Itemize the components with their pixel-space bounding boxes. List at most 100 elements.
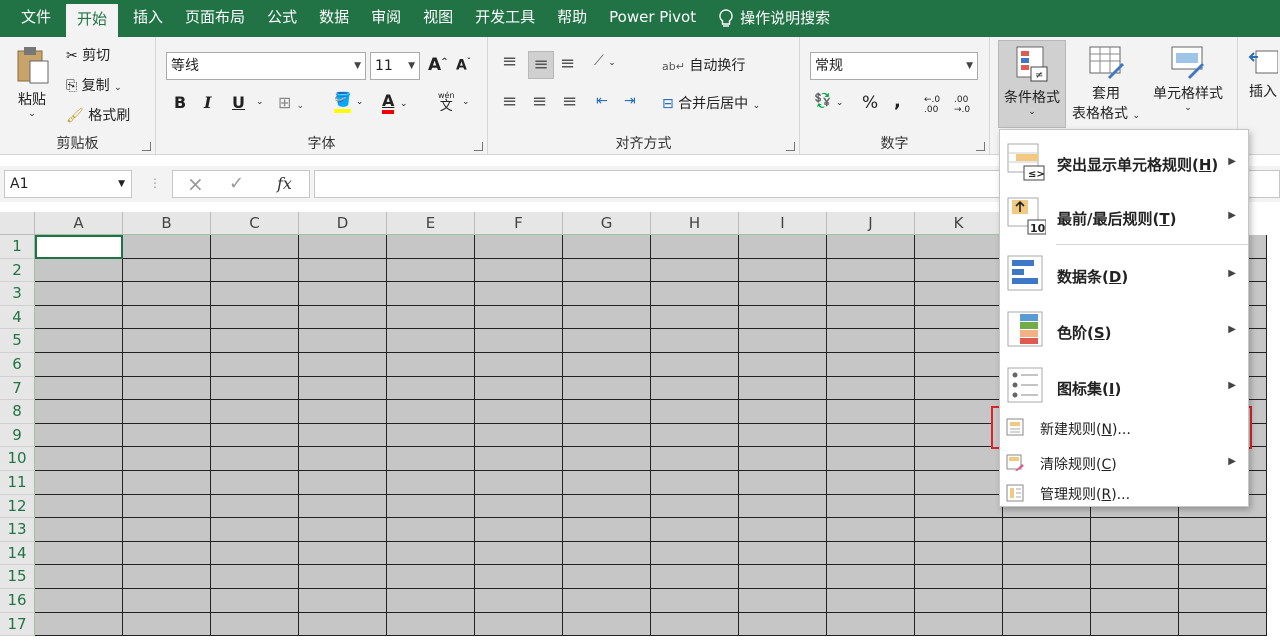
paste-dropdown-icon[interactable]: ⌄ (10, 109, 54, 119)
cell[interactable] (123, 282, 211, 306)
column-header[interactable]: H (651, 212, 739, 235)
cell[interactable] (387, 447, 475, 471)
copy-button[interactable]: ⎘ 复制 ⌄ (66, 75, 122, 95)
cell[interactable] (211, 589, 299, 613)
cell-styles-button[interactable]: 单元格样式 ⌄ (1148, 45, 1228, 113)
bold-button[interactable]: B (174, 93, 186, 112)
underline-dropdown-icon[interactable]: ⌄ (256, 97, 264, 107)
increase-decimal-button[interactable]: ←.0 .00 (924, 95, 948, 115)
cell[interactable] (1091, 565, 1179, 589)
insert-function-button[interactable]: fx (277, 171, 292, 197)
row-header[interactable]: 17 (0, 612, 35, 637)
decrease-decimal-button[interactable]: .00 →.0 (954, 95, 978, 115)
cell[interactable] (739, 282, 827, 306)
cell[interactable] (651, 423, 739, 448)
cell[interactable] (651, 589, 739, 613)
row-header[interactable]: 14 (0, 541, 35, 566)
cell[interactable] (563, 353, 651, 377)
cell[interactable] (739, 353, 827, 377)
cell[interactable] (1091, 541, 1179, 566)
menu-clear-rules[interactable]: 清除规则(C) ▶ (1000, 448, 1248, 478)
menu-new-rule[interactable]: 新建规则(N)... (1000, 410, 1248, 446)
cell[interactable] (1179, 612, 1267, 637)
cell[interactable] (1091, 589, 1179, 613)
cell[interactable] (299, 565, 387, 589)
cell[interactable] (35, 305, 123, 330)
cell[interactable] (739, 447, 827, 471)
row-header[interactable]: 4 (0, 305, 35, 330)
cell[interactable] (35, 612, 123, 637)
cell[interactable] (739, 258, 827, 283)
cell[interactable] (299, 258, 387, 283)
column-header[interactable]: I (739, 212, 827, 235)
cell[interactable] (299, 400, 387, 424)
cell[interactable] (475, 565, 563, 589)
cell[interactable] (211, 565, 299, 589)
cell[interactable] (35, 447, 123, 471)
cell[interactable] (475, 235, 563, 259)
accounting-format-button[interactable]: 💱 ⌄ (814, 93, 843, 109)
cell[interactable] (211, 258, 299, 283)
cell[interactable] (563, 235, 651, 259)
column-header[interactable]: J (827, 212, 915, 235)
cell[interactable] (1003, 565, 1091, 589)
cell[interactable] (1179, 589, 1267, 613)
cell[interactable] (123, 447, 211, 471)
cell[interactable] (123, 612, 211, 637)
cell[interactable] (563, 329, 651, 353)
cell[interactable] (475, 305, 563, 330)
cell[interactable] (1091, 518, 1179, 542)
cell[interactable] (651, 518, 739, 542)
cell[interactable] (211, 400, 299, 424)
cell[interactable] (563, 589, 651, 613)
menu-top-bottom-rules[interactable]: 10 最前/最后规则(T) ▶ (1000, 194, 1248, 244)
cell[interactable] (1003, 612, 1091, 637)
cell[interactable] (651, 329, 739, 353)
copy-dropdown-icon[interactable]: ⌄ (114, 83, 122, 93)
tab-page-layout[interactable]: 页面布局 (174, 0, 256, 37)
number-format-select[interactable]: 常规 ▼ (810, 52, 978, 80)
cell[interactable] (739, 518, 827, 542)
cell[interactable] (35, 329, 123, 353)
format-as-table-button[interactable]: 套用 表格格式 ⌄ (1068, 45, 1144, 123)
cell[interactable] (475, 353, 563, 377)
cell[interactable] (211, 612, 299, 637)
cell[interactable] (387, 329, 475, 353)
row-header[interactable]: 8 (0, 400, 35, 424)
cell[interactable] (211, 494, 299, 519)
cell[interactable] (475, 329, 563, 353)
cell[interactable] (299, 471, 387, 495)
font-launcher-icon[interactable] (474, 142, 483, 151)
cell[interactable] (475, 282, 563, 306)
cell[interactable] (387, 518, 475, 542)
cell[interactable] (739, 589, 827, 613)
cell[interactable] (299, 353, 387, 377)
italic-button[interactable]: I (204, 93, 211, 112)
cell[interactable] (651, 612, 739, 637)
cell[interactable] (827, 541, 915, 566)
cell[interactable] (915, 612, 1003, 637)
cell[interactable] (739, 329, 827, 353)
cell[interactable] (915, 471, 1003, 495)
cell[interactable] (651, 541, 739, 566)
menu-color-scales[interactable]: 色阶(S) ▶ (1000, 306, 1248, 358)
active-cell[interactable] (35, 235, 123, 259)
cell[interactable] (123, 235, 211, 259)
cell[interactable] (299, 235, 387, 259)
cell[interactable] (827, 589, 915, 613)
menu-icon-sets[interactable]: 图标集(I) ▶ (1000, 362, 1248, 414)
cell[interactable] (123, 518, 211, 542)
cell[interactable] (739, 305, 827, 330)
font-name-select[interactable]: 等线 ▼ (166, 52, 366, 80)
align-top-button[interactable]: ≡ (502, 51, 517, 72)
tab-help[interactable]: 帮助 (546, 0, 598, 37)
alignment-launcher-icon[interactable] (786, 142, 795, 151)
row-header[interactable]: 16 (0, 589, 35, 613)
format-painter-button[interactable]: 🖌 格式刷 (66, 105, 130, 125)
number-launcher-icon[interactable] (976, 142, 985, 151)
cell[interactable] (299, 518, 387, 542)
cell[interactable] (211, 376, 299, 401)
comma-button[interactable]: , (894, 91, 901, 112)
cell[interactable] (123, 494, 211, 519)
cell[interactable] (211, 447, 299, 471)
